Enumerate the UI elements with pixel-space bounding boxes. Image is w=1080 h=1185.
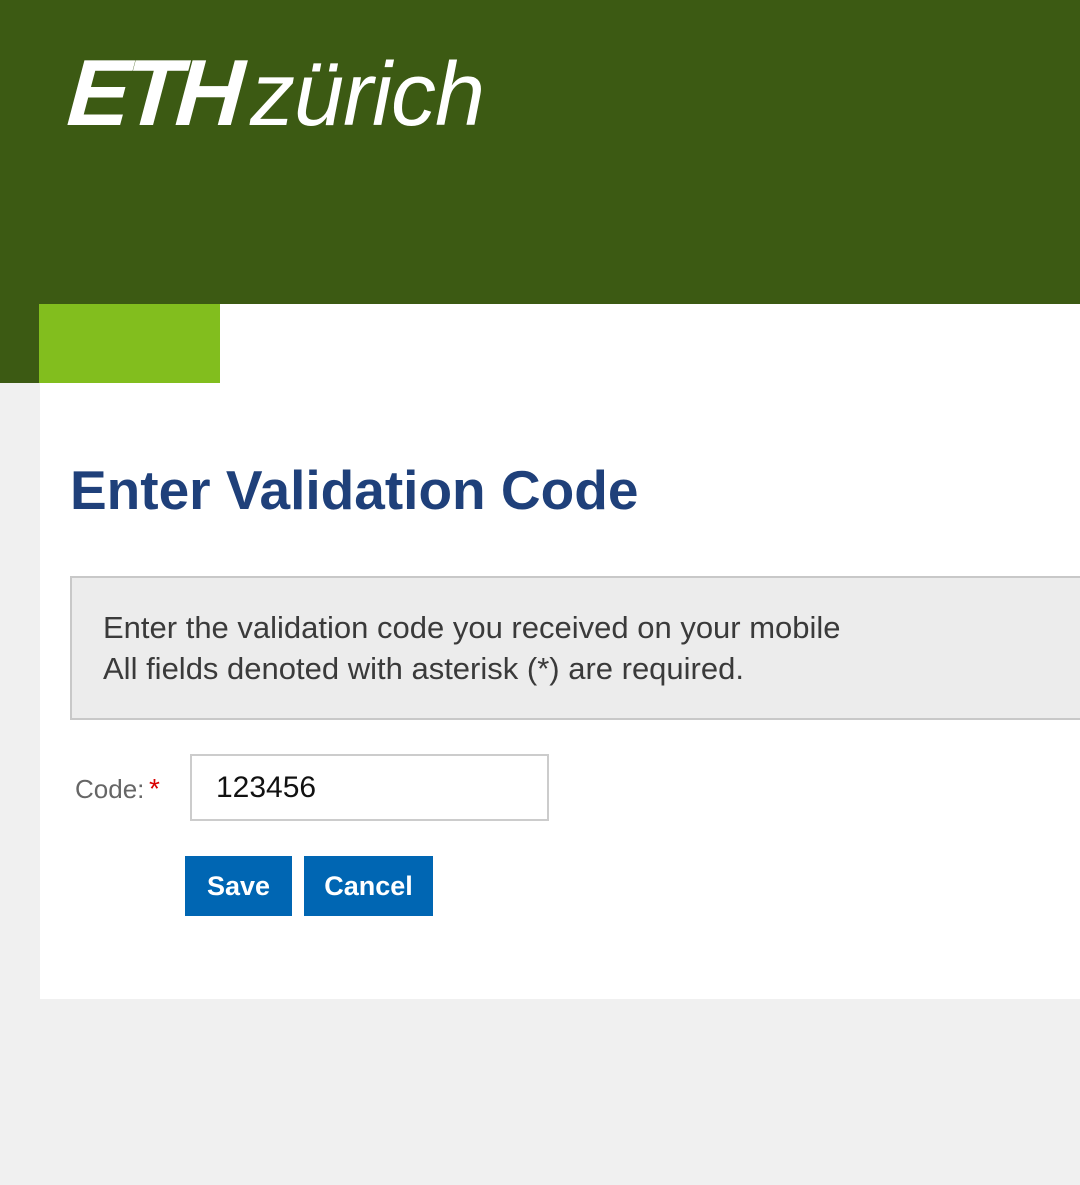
required-asterisk: * [149,773,160,804]
info-required-note: All fields denoted with asterisk (*) are… [103,651,744,686]
logo-eth-text: ETH [64,40,242,145]
accent-tab [39,304,220,383]
code-label: Code: [75,774,145,804]
info-box: Enter the validation code you received o… [70,576,1080,720]
save-button[interactable]: Save [185,856,292,916]
page-title: Enter Validation Code [70,459,639,521]
info-instruction-text: Enter the validation code you received o… [103,610,841,645]
logo-zurich-text: zürich [250,45,485,145]
eth-zurich-logo[interactable]: ETH zürich [64,38,485,148]
page: ETH zürich Enter Validation Code Enter t… [0,0,1080,1185]
cancel-button[interactable]: Cancel [304,856,433,916]
code-input[interactable] [190,754,549,821]
